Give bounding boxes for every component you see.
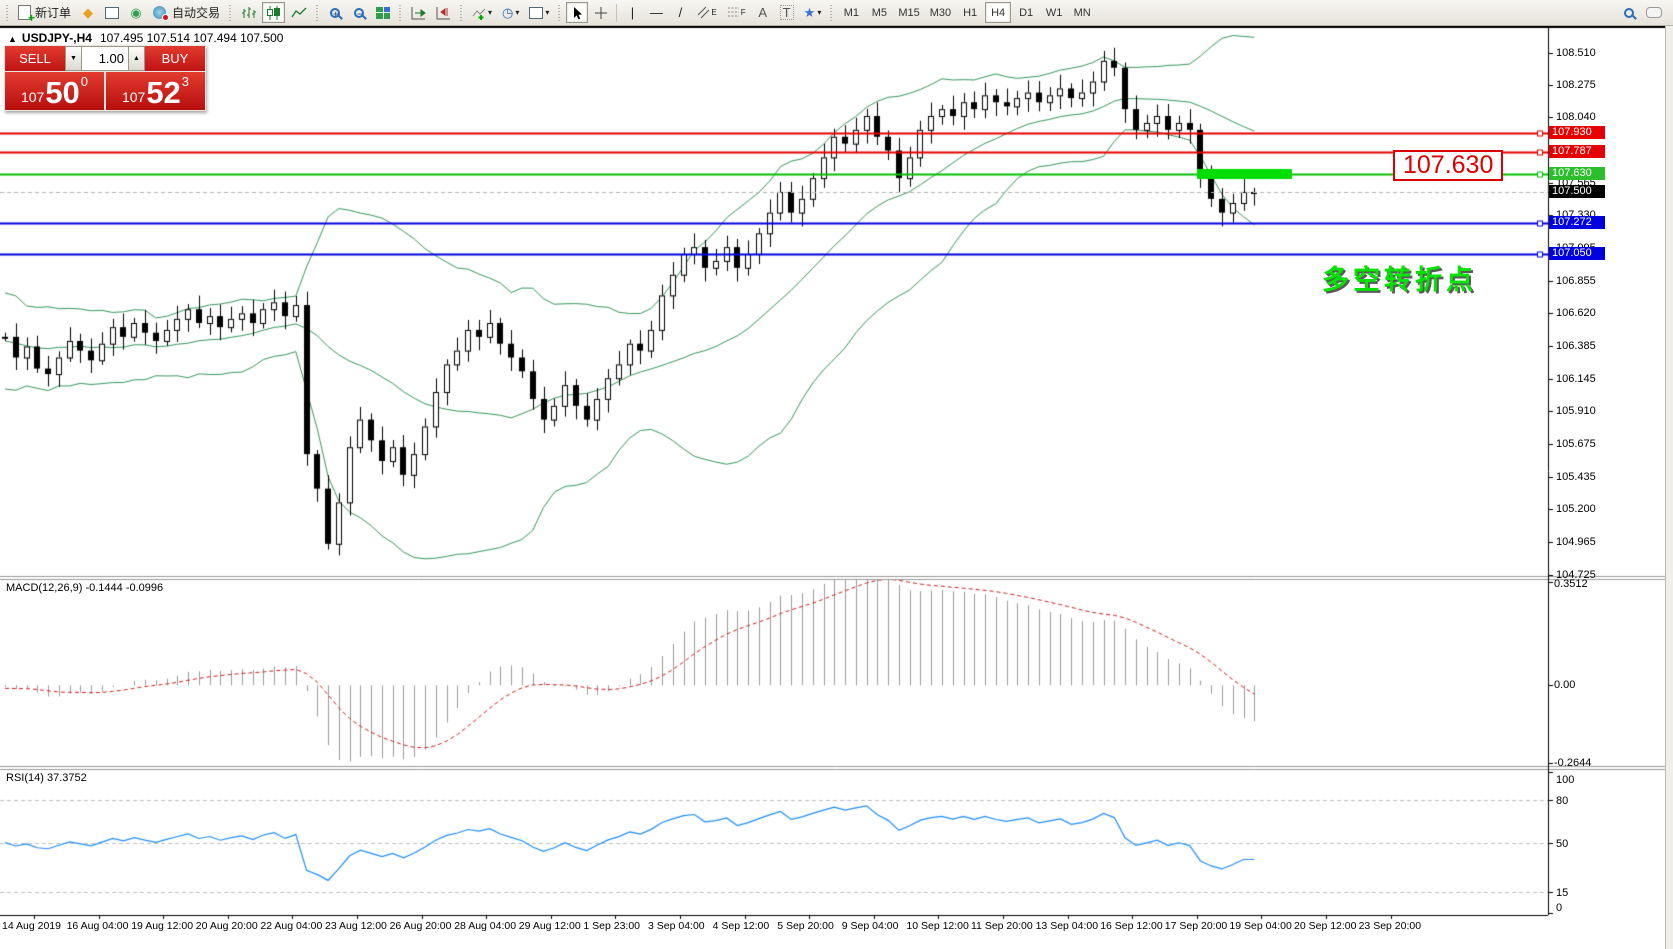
timeframe-m5[interactable]: M5 bbox=[866, 2, 892, 23]
periods-button[interactable]: ◷ ▾ bbox=[498, 2, 523, 23]
collapse-icon[interactable]: ▲ bbox=[8, 34, 17, 44]
price-annotation-box[interactable]: 107.630 bbox=[1393, 150, 1503, 181]
clock-icon: ◷ bbox=[502, 6, 513, 19]
sell-button[interactable]: SELL bbox=[5, 46, 65, 71]
metaeditor-button[interactable]: ◆ bbox=[77, 2, 99, 23]
cursor-icon bbox=[571, 6, 583, 20]
search-icon bbox=[1624, 8, 1634, 18]
toolbar-grip bbox=[4, 4, 11, 22]
bar-chart-button[interactable] bbox=[237, 2, 260, 23]
dropdown-icon: ▾ bbox=[817, 8, 821, 17]
line-chart-button[interactable] bbox=[287, 2, 311, 23]
timeframe-m1[interactable]: M1 bbox=[838, 2, 864, 23]
buy-button[interactable]: BUY bbox=[145, 46, 205, 71]
vertical-line-button[interactable]: | bbox=[621, 2, 643, 23]
pane-splitter-macd[interactable] bbox=[0, 575, 1548, 579]
dropdown-icon: ▾ bbox=[515, 8, 519, 17]
templates-icon bbox=[529, 7, 543, 19]
text-label-icon: T bbox=[780, 5, 794, 20]
zoom-in-icon: + bbox=[330, 8, 340, 18]
autotrading-label: 自动交易 bbox=[172, 4, 220, 21]
fibonacci-button[interactable]: F bbox=[723, 2, 750, 23]
signals-icon: ◉ bbox=[130, 6, 141, 19]
dropdown-icon: ▾ bbox=[545, 8, 549, 17]
timeframe-m30[interactable]: M30 bbox=[926, 2, 955, 23]
data-window-icon bbox=[105, 7, 119, 19]
price-axis[interactable] bbox=[1548, 26, 1665, 915]
dropdown-icon: ▾ bbox=[488, 8, 492, 17]
horizontal-line-button[interactable]: — bbox=[645, 2, 667, 23]
volume-down-button[interactable]: ▼ bbox=[65, 46, 82, 71]
vertical-line-icon: | bbox=[631, 6, 634, 19]
brush-icon: ◆ bbox=[83, 6, 93, 19]
fibonacci-icon bbox=[727, 6, 740, 19]
chat-button[interactable] bbox=[1642, 2, 1666, 23]
autotrading-icon bbox=[153, 6, 168, 20]
new-order-icon: + bbox=[18, 5, 31, 20]
symbol-period: USDJPY-,H4 bbox=[22, 31, 92, 45]
volume-input[interactable] bbox=[82, 46, 128, 71]
text-button[interactable]: A bbox=[752, 2, 774, 23]
auto-scroll-button[interactable] bbox=[407, 2, 430, 23]
auto-scroll-icon bbox=[411, 6, 426, 20]
tile-windows-button[interactable] bbox=[372, 2, 394, 23]
indicators-button[interactable]: ▾ bbox=[468, 2, 496, 23]
candlestick-icon bbox=[266, 6, 281, 20]
chart-title: ▲ USDJPY-,H4 107.495 107.514 107.494 107.5… bbox=[8, 31, 283, 45]
cursor-button[interactable] bbox=[566, 2, 588, 23]
trendline-button[interactable]: / bbox=[669, 2, 691, 23]
timeframe-mn[interactable]: MN bbox=[1069, 2, 1095, 23]
bar-chart-icon bbox=[241, 6, 256, 20]
pane-splitter-rsi[interactable] bbox=[0, 765, 1548, 769]
timeframe-m15[interactable]: M15 bbox=[894, 2, 923, 23]
chart-window: ▲ USDJPY-,H4 107.495 107.514 107.494 107.5… bbox=[0, 26, 1673, 949]
sell-price[interactable]: 107 50 0 bbox=[5, 72, 104, 110]
autotrading-button[interactable]: 自动交易 bbox=[149, 2, 224, 23]
cn-annotation[interactable]: 多空转折点 bbox=[1322, 258, 1477, 297]
arrows-button[interactable]: ★ ▾ bbox=[800, 2, 826, 23]
channel-icon bbox=[697, 6, 710, 19]
line-chart-icon bbox=[291, 6, 307, 20]
one-click-trading-panel: SELL ▼ ▲ BUY 107 50 0 107 52 3 bbox=[4, 45, 206, 111]
chat-icon bbox=[1646, 7, 1662, 18]
candlestick-button[interactable] bbox=[262, 2, 285, 23]
volume-up-button[interactable]: ▲ bbox=[128, 46, 145, 71]
new-order-label: 新订单 bbox=[35, 4, 71, 21]
templates-button[interactable]: ▾ bbox=[525, 2, 553, 23]
chart-shift-icon bbox=[436, 6, 451, 20]
zoom-in-button[interactable]: + bbox=[324, 2, 346, 23]
search-button[interactable] bbox=[1618, 2, 1640, 23]
chart-shift-button[interactable] bbox=[432, 2, 455, 23]
text-icon: A bbox=[758, 6, 767, 19]
buy-price[interactable]: 107 52 3 bbox=[106, 72, 205, 110]
crosshair-icon bbox=[594, 6, 608, 20]
indicators-icon bbox=[472, 6, 486, 20]
equidistant-channel-button[interactable]: E bbox=[693, 2, 720, 23]
time-axis[interactable] bbox=[0, 915, 1548, 949]
data-window-button[interactable] bbox=[101, 2, 123, 23]
horizontal-line-icon: — bbox=[650, 6, 663, 19]
trendline-icon: / bbox=[679, 6, 683, 19]
timeframe-h4[interactable]: H4 bbox=[985, 2, 1011, 23]
arrows-icon: ★ bbox=[804, 6, 816, 19]
zoom-out-button[interactable]: − bbox=[348, 2, 370, 23]
zoom-out-icon: − bbox=[354, 8, 364, 18]
signals-button[interactable]: ◉ bbox=[125, 2, 147, 23]
timeframe-w1[interactable]: W1 bbox=[1041, 2, 1067, 23]
crosshair-button[interactable] bbox=[590, 2, 612, 23]
new-order-button[interactable]: + 新订单 bbox=[14, 2, 75, 23]
timeframe-h1[interactable]: H1 bbox=[957, 2, 983, 23]
ohlc-quotes: 107.495 107.514 107.494 107.500 bbox=[100, 31, 284, 45]
toolbar: + 新订单 ◆ ◉ 自动交易 + − bbox=[0, 0, 1673, 26]
tile-windows-icon bbox=[376, 7, 390, 19]
text-label-button[interactable]: T bbox=[776, 2, 798, 23]
timeframe-d1[interactable]: D1 bbox=[1013, 2, 1039, 23]
window-edge bbox=[1665, 26, 1673, 949]
